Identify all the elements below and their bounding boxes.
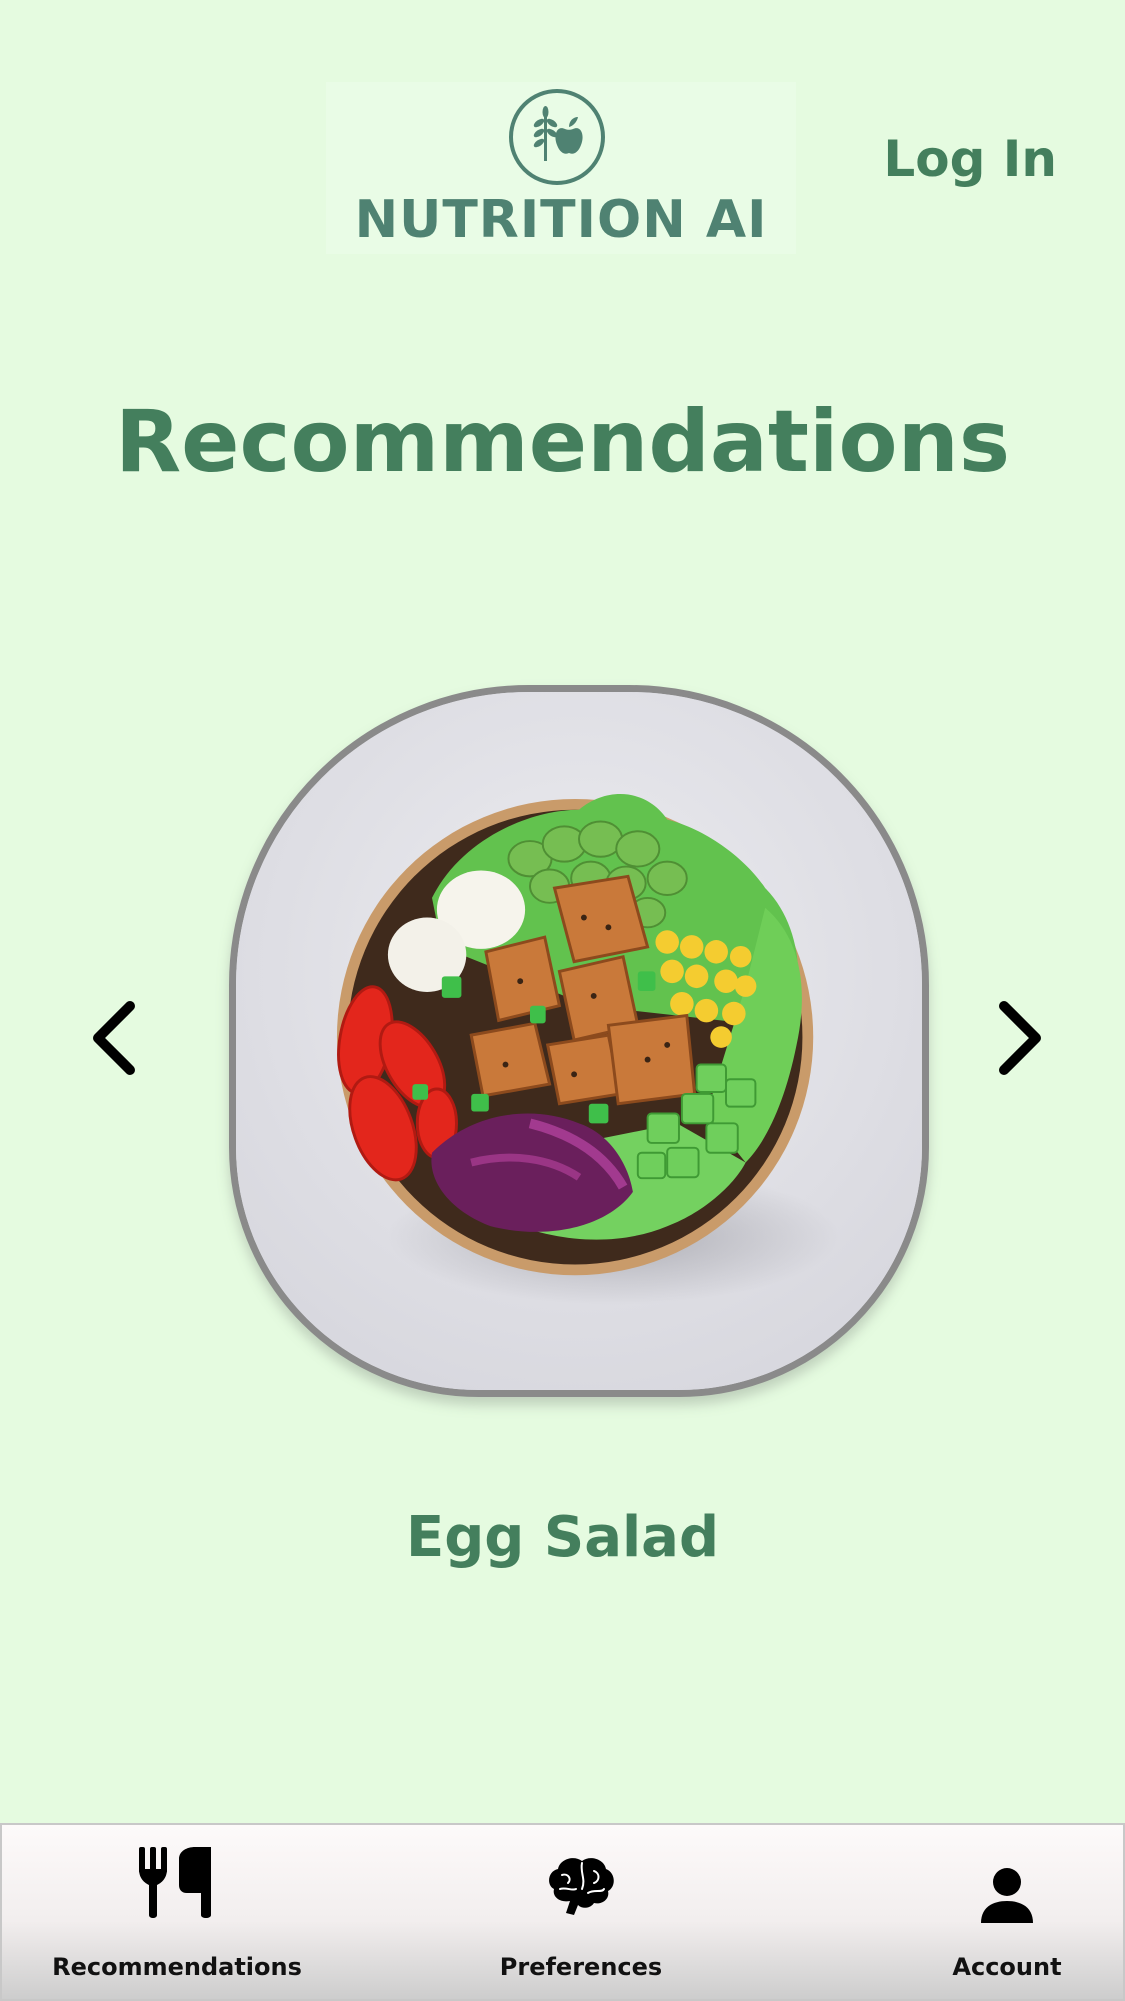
chevron-left-icon[interactable] [86,998,146,1078]
nav-label: Preferences [499,1953,663,1981]
fork-knife-icon [139,1847,211,1918]
food-image-card[interactable] [229,685,929,1397]
nav-label: Account [952,1953,1062,1981]
leaf-apple-logo-icon [509,89,605,185]
nav-preferences[interactable]: Preferences [482,1845,680,1985]
nav-label: Recommendations [52,1953,302,1981]
dish-name: Egg Salad [405,1505,720,1570]
app-logo: NUTRITION AI [326,82,796,254]
login-link[interactable]: Log In [883,130,1057,188]
page-title: Recommendations [114,392,1011,492]
nav-account[interactable]: Account [932,1845,1082,1985]
brain-icon [549,1858,614,1915]
nav-recommendations[interactable]: Recommendations [52,1845,302,1985]
bottom-nav: Recommendations Preferences Account [0,1823,1125,2001]
logo-text: NUTRITION AI [354,190,768,250]
salad-bowl-image [236,692,922,1390]
person-icon [981,1868,1033,1923]
chevron-right-icon[interactable] [988,998,1048,1078]
